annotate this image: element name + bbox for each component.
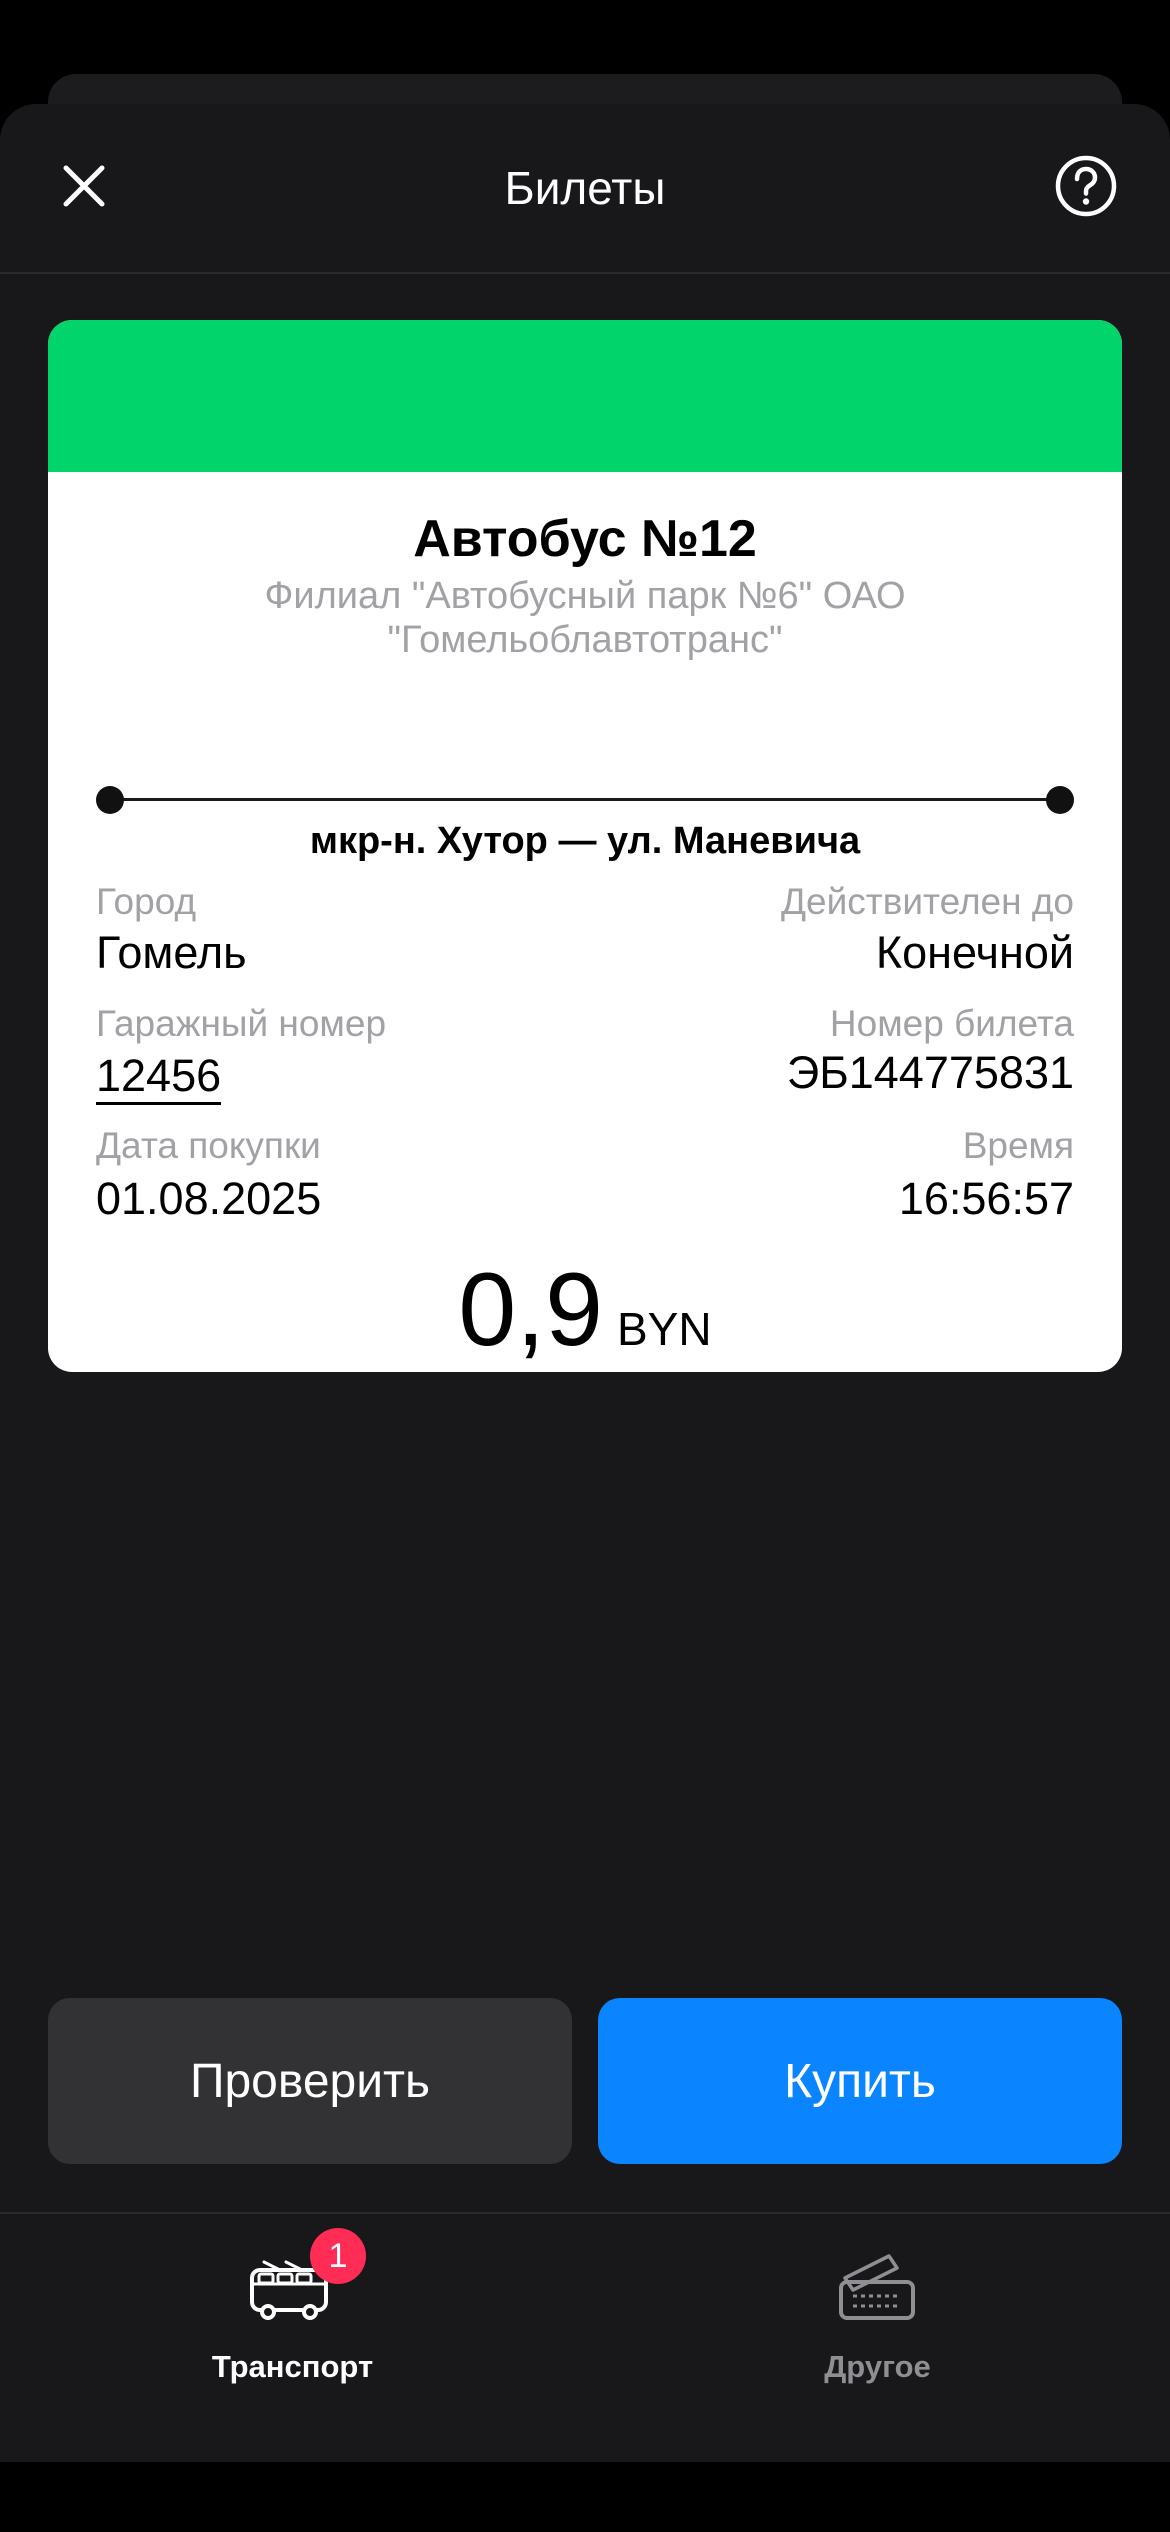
tab-other[interactable]: Другое: [585, 2214, 1170, 2462]
price-currency: BYN: [616, 1303, 712, 1355]
ticket-card: Автобус №12 Филиал "Автобусный парк №6" …: [48, 320, 1122, 1372]
check-button[interactable]: Проверить: [48, 1998, 572, 2164]
ticket-number-label: Номер билета: [829, 1003, 1074, 1044]
route-line-track: [108, 798, 1062, 801]
time-label: Время: [962, 1125, 1074, 1166]
city-value: Гомель: [96, 927, 247, 978]
valid-until-value: Конечной: [875, 927, 1074, 978]
screen: Билеты Автобус №12 Филиал "Автобусный па…: [0, 0, 1170, 2532]
purchase-date-value: 01.08.2025: [96, 1173, 322, 1224]
time-value: 16:56:57: [898, 1173, 1074, 1224]
ticket-icon: [839, 2254, 915, 2320]
page-title: Билеты: [504, 162, 666, 214]
route-end-dot: [1046, 786, 1074, 814]
purchase-date-label: Дата покупки: [96, 1125, 321, 1166]
route-stops: мкр-н. Хутор — ул. Маневича: [309, 820, 861, 862]
header: Билеты: [0, 104, 1170, 274]
route-title: Автобус №12: [413, 510, 757, 568]
valid-until-label: Действителен до: [780, 881, 1074, 922]
tickets-sheet: Билеты Автобус №12 Филиал "Автобусный па…: [0, 104, 1170, 2462]
city-label: Город: [96, 881, 197, 922]
price: 0,9 BYN: [48, 1250, 1122, 1370]
tab-transport-label: Транспорт: [211, 2349, 374, 2384]
tab-other-label: Другое: [824, 2349, 931, 2384]
ticket-status-band: [48, 320, 1122, 472]
price-amount: 0,9: [458, 1252, 603, 1368]
ticket-number-value: ЭБ144775831: [786, 1047, 1074, 1098]
buy-button[interactable]: Купить: [598, 1998, 1122, 2164]
garage-number-label: Гаражный номер: [96, 1003, 387, 1044]
tab-transport[interactable]: 1 Транспорт: [0, 2214, 585, 2462]
garage-number-value[interactable]: 12456: [96, 1052, 222, 1105]
carrier-name: Филиал "Автобусный парк №6" ОАО "Гомельо…: [264, 575, 906, 661]
route-start-dot: [96, 786, 124, 814]
help-icon: [1055, 155, 1117, 217]
tab-bar: 1 Транспорт Другое: [0, 2212, 1170, 2462]
help-button[interactable]: [1046, 146, 1126, 226]
route-line: [96, 786, 1074, 814]
notification-badge: 1: [310, 2228, 366, 2284]
